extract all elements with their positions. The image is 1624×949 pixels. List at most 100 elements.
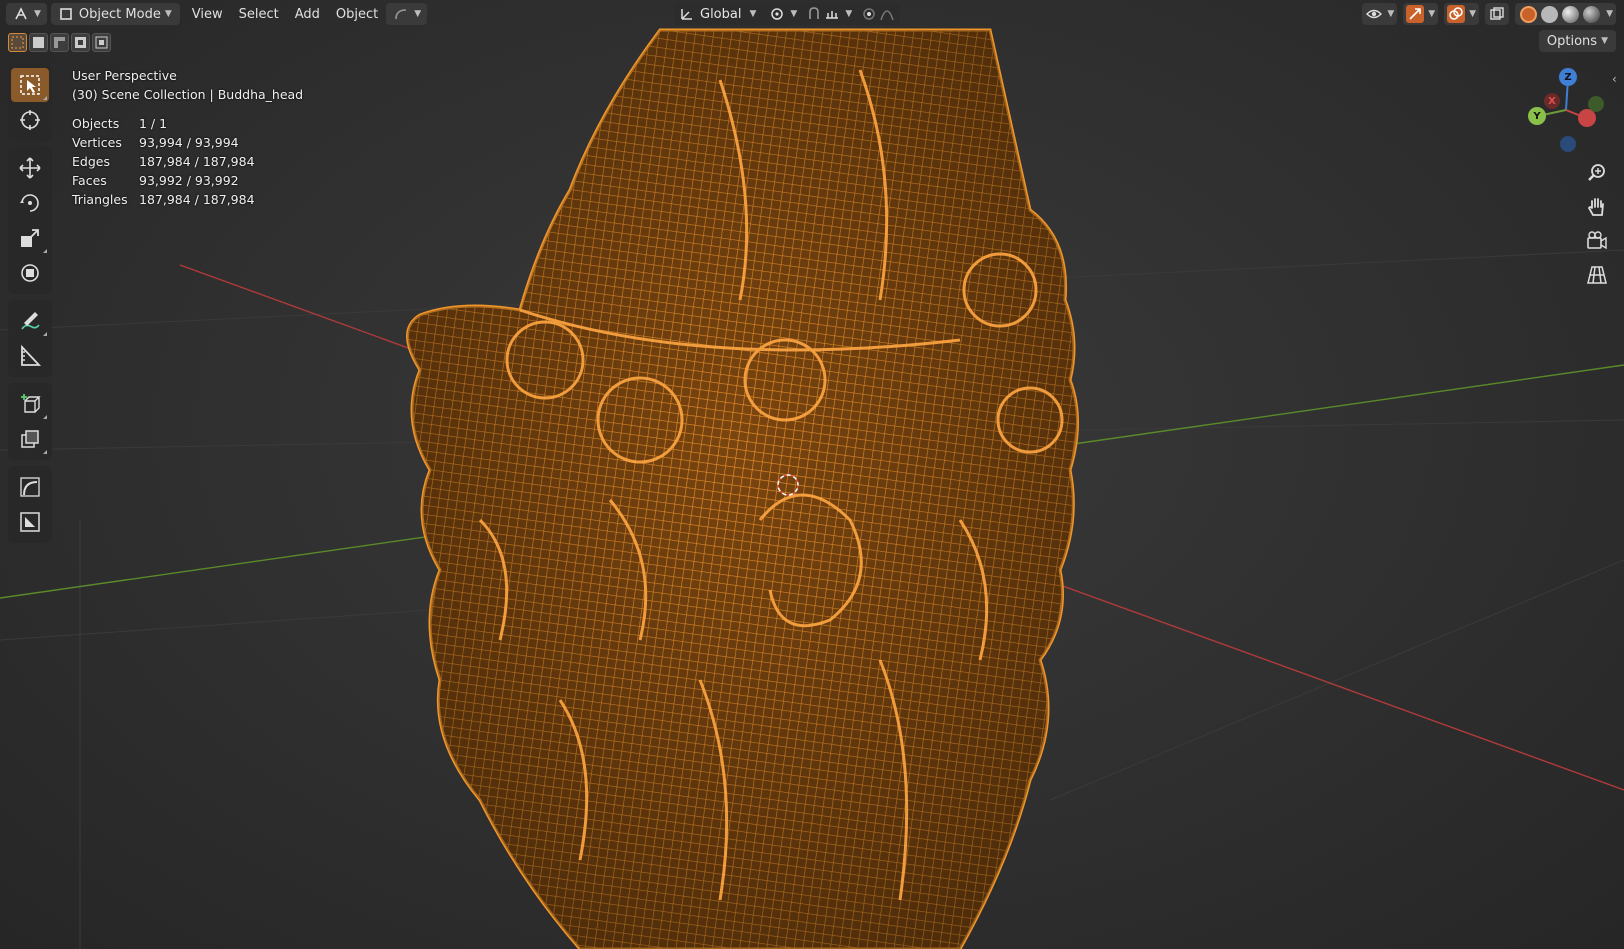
proportional-edit-icon[interactable] (860, 5, 878, 23)
pivot-icon[interactable] (768, 5, 786, 23)
select-subtract-icon[interactable] (50, 33, 69, 52)
viewport-info: User Perspective (30) Scene Collection |… (72, 66, 303, 209)
stat-row: Objects 1 / 1 (72, 114, 303, 133)
frame-tool[interactable] (11, 505, 49, 539)
select-new-icon[interactable] (8, 33, 27, 52)
gizmo-toggle[interactable]: ▼ (1403, 3, 1439, 25)
stat-value: 93,992 / 93,992 (139, 173, 239, 188)
overlay-icon (1447, 5, 1466, 23)
chevron-down-icon: ▼ (749, 9, 757, 19)
transform-icon (21, 264, 39, 282)
menu-add[interactable]: Add (287, 3, 328, 25)
orientation-icon (678, 5, 696, 23)
menu-object[interactable]: Object (328, 3, 386, 25)
annotate-tool[interactable] (11, 304, 49, 338)
view-name: User Perspective (72, 68, 177, 83)
chevron-down-icon: ▼ (1387, 9, 1395, 19)
y-axis-button[interactable]: Y (1528, 107, 1546, 125)
pan-button[interactable] (1582, 192, 1612, 222)
neg-x-axis-button[interactable]: X (1544, 93, 1560, 109)
chevron-down-icon: ▼ (164, 9, 172, 19)
sidebar-toggle-icon[interactable]: ‹ (1612, 72, 1617, 86)
curve-tool[interactable] (11, 470, 49, 504)
move-tool[interactable] (11, 151, 49, 185)
chevron-down-icon: ▼ (1606, 9, 1613, 19)
mode-label: Object Mode (78, 6, 161, 22)
menu-select[interactable]: Select (231, 3, 287, 25)
grid-icon (1587, 266, 1607, 284)
scene-stats: Objects 1 / 1 Vertices 93,994 / 93,994 Edg… (72, 114, 303, 209)
solid-shading-icon[interactable] (1541, 5, 1559, 23)
z-axis-label: Z (1564, 71, 1572, 83)
select-extend-icon[interactable] (29, 33, 48, 52)
chevron-down-icon: ▼ (1428, 9, 1436, 19)
menu-view[interactable]: View (184, 3, 231, 25)
rotate-icon (20, 194, 39, 212)
z-axis-button[interactable]: Z (1559, 68, 1577, 86)
viewport-header-right: ▼ ▼ ▼ ▼ (1356, 3, 1616, 25)
editor-type-icon (12, 5, 30, 23)
camera-view-button[interactable] (1582, 226, 1612, 256)
stat-label: Vertices (72, 135, 122, 150)
transform-controls: Global ▼ ▼ ▼ (674, 3, 901, 25)
stat-label: Edges (72, 154, 110, 169)
stat-label: Faces (72, 173, 107, 188)
stat-label: Triangles (72, 192, 128, 207)
chevron-down-icon: ▼ (1601, 36, 1608, 46)
ortho-toggle-button[interactable] (1582, 260, 1612, 290)
snap-increment-icon[interactable] (823, 5, 841, 23)
rendered-shading-icon[interactable] (1583, 5, 1601, 23)
editor-type-button[interactable]: ▼ (6, 3, 47, 25)
eye-icon (1365, 5, 1383, 23)
y-axis-label: Y (1533, 110, 1541, 122)
neg-y-axis-button[interactable] (1588, 96, 1604, 112)
cursor-tool[interactable] (11, 103, 49, 137)
duplicate-tool[interactable] (11, 422, 49, 456)
duplicate-icon (21, 430, 39, 448)
visibility-button[interactable]: ▼ (1362, 3, 1398, 25)
zoom-icon (1588, 164, 1605, 181)
select-invert-icon[interactable] (71, 33, 90, 52)
hand-pan-icon (1587, 198, 1604, 216)
curve-icon (20, 477, 40, 497)
rotate-tool[interactable] (11, 186, 49, 220)
wireframe-shading-icon[interactable] (1520, 5, 1538, 23)
collection-line: (30) Scene Collection | Buddha_head (72, 87, 304, 102)
select-intersect-icon[interactable] (92, 33, 111, 52)
falloff-icon[interactable] (878, 5, 896, 23)
zoom-button[interactable] (1582, 158, 1612, 188)
stat-row: Triangles 187,984 / 187,984 (72, 190, 303, 209)
chevron-down-icon: ▼ (790, 9, 798, 19)
material-shading-icon[interactable] (1562, 5, 1580, 23)
x-axis-label: X (1548, 95, 1556, 107)
select-box-icon (20, 75, 40, 95)
measure-tool[interactable] (11, 339, 49, 373)
3d-viewport[interactable]: ▼ Object Mode ▼ View Select Add Object ▼… (0, 0, 1624, 949)
shading-modes: ▼ (1515, 3, 1616, 25)
chevron-down-icon: ▼ (1469, 9, 1477, 19)
select-box-tool[interactable] (11, 68, 49, 102)
chevron-down-icon: ▼ (34, 9, 41, 19)
chevron-down-icon: ▼ (845, 9, 853, 19)
options-dropdown[interactable]: Options ▼ (1538, 30, 1616, 52)
snap-icon[interactable] (805, 5, 823, 23)
object-mode-icon (57, 5, 75, 23)
scale-icon (21, 229, 39, 247)
annotate-icon (21, 312, 40, 330)
cursor-icon (20, 110, 40, 130)
add-cube-tool[interactable] (11, 387, 49, 421)
transform-tool[interactable] (11, 256, 49, 290)
overlay-toggle[interactable]: ▼ (1444, 3, 1480, 25)
neg-z-axis-button[interactable] (1560, 136, 1576, 152)
move-icon (19, 157, 41, 179)
stat-label: Objects (72, 116, 120, 131)
navigation-gizmo[interactable]: Z Y X (1526, 66, 1604, 156)
mode-select[interactable]: Object Mode ▼ (50, 3, 180, 25)
transform-orientation[interactable]: Global (700, 7, 741, 22)
gizmo-type-button[interactable]: ▼ (386, 3, 428, 25)
add-cube-icon (21, 394, 41, 413)
scale-tool[interactable] (11, 221, 49, 255)
camera-icon (1587, 231, 1607, 250)
xray-toggle[interactable] (1485, 3, 1510, 25)
measure-icon (21, 344, 42, 366)
